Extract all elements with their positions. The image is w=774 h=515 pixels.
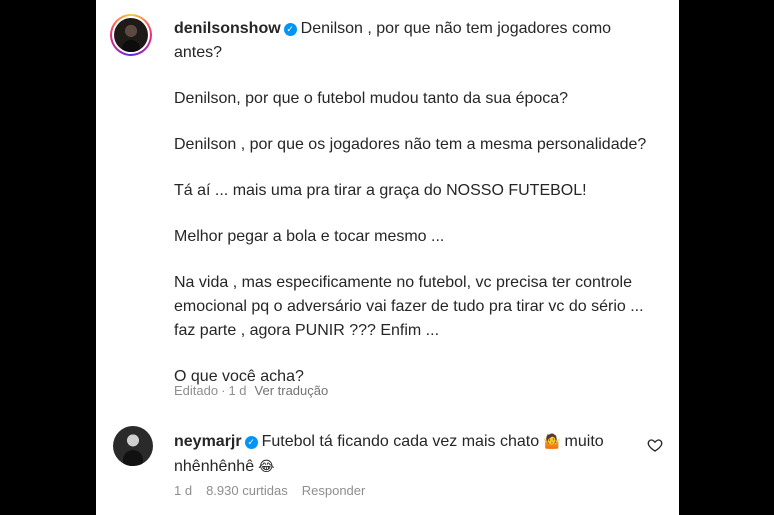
post-meta: Editado · 1 d Ver tradução <box>174 383 328 398</box>
reply-avatar[interactable] <box>113 426 153 466</box>
caption-paragraph: Denilson, por que o futebol mudou tanto … <box>174 90 569 107</box>
post-username[interactable]: denilsonshow <box>174 20 281 37</box>
caption-paragraph: Melhor pegar a bola e tocar mesmo ... <box>174 228 445 245</box>
caption-paragraph: Tá aí ... mais uma pra tirar a graça do … <box>174 182 587 199</box>
reply-time[interactable]: 1 d <box>174 483 192 498</box>
post-caption: denilsonshow ✓ Denilson , por que não tem … <box>174 17 654 389</box>
post-time[interactable]: 1 d <box>228 383 246 398</box>
reply-meta: 1 d 8.930 curtidas Responder <box>174 483 379 498</box>
reply-text: Futebol tá ficando cada vez mais chato <box>261 433 540 450</box>
avatar <box>114 18 148 52</box>
verified-badge-icon: ✓ <box>244 436 258 449</box>
heart-icon[interactable] <box>647 437 663 453</box>
shrug-emoji-icon: 🤷 <box>543 433 561 449</box>
comments-panel: denilsonshow ✓ Denilson , por que não tem … <box>96 0 679 515</box>
reply-username[interactable]: neymarjr <box>174 433 242 450</box>
reply-comment: neymarjr ✓ Futebol tá ficando cada vez mai… <box>174 429 634 479</box>
caption-paragraph: Na vida , mas especificamente no futebol… <box>174 274 644 339</box>
meta-separator: · <box>221 383 226 398</box>
caption-paragraph: Denilson , por que os jogadores não tem … <box>174 136 647 153</box>
laughing-emoji-icon: 😂 <box>258 458 275 474</box>
edited-label: Editado <box>174 383 219 398</box>
reply-button[interactable]: Responder <box>302 483 366 498</box>
reply-likes[interactable]: 8.930 curtidas <box>206 483 288 498</box>
translate-link[interactable]: Ver tradução <box>255 383 329 398</box>
verified-badge-icon: ✓ <box>283 23 297 36</box>
story-ring-avatar[interactable] <box>110 14 152 56</box>
